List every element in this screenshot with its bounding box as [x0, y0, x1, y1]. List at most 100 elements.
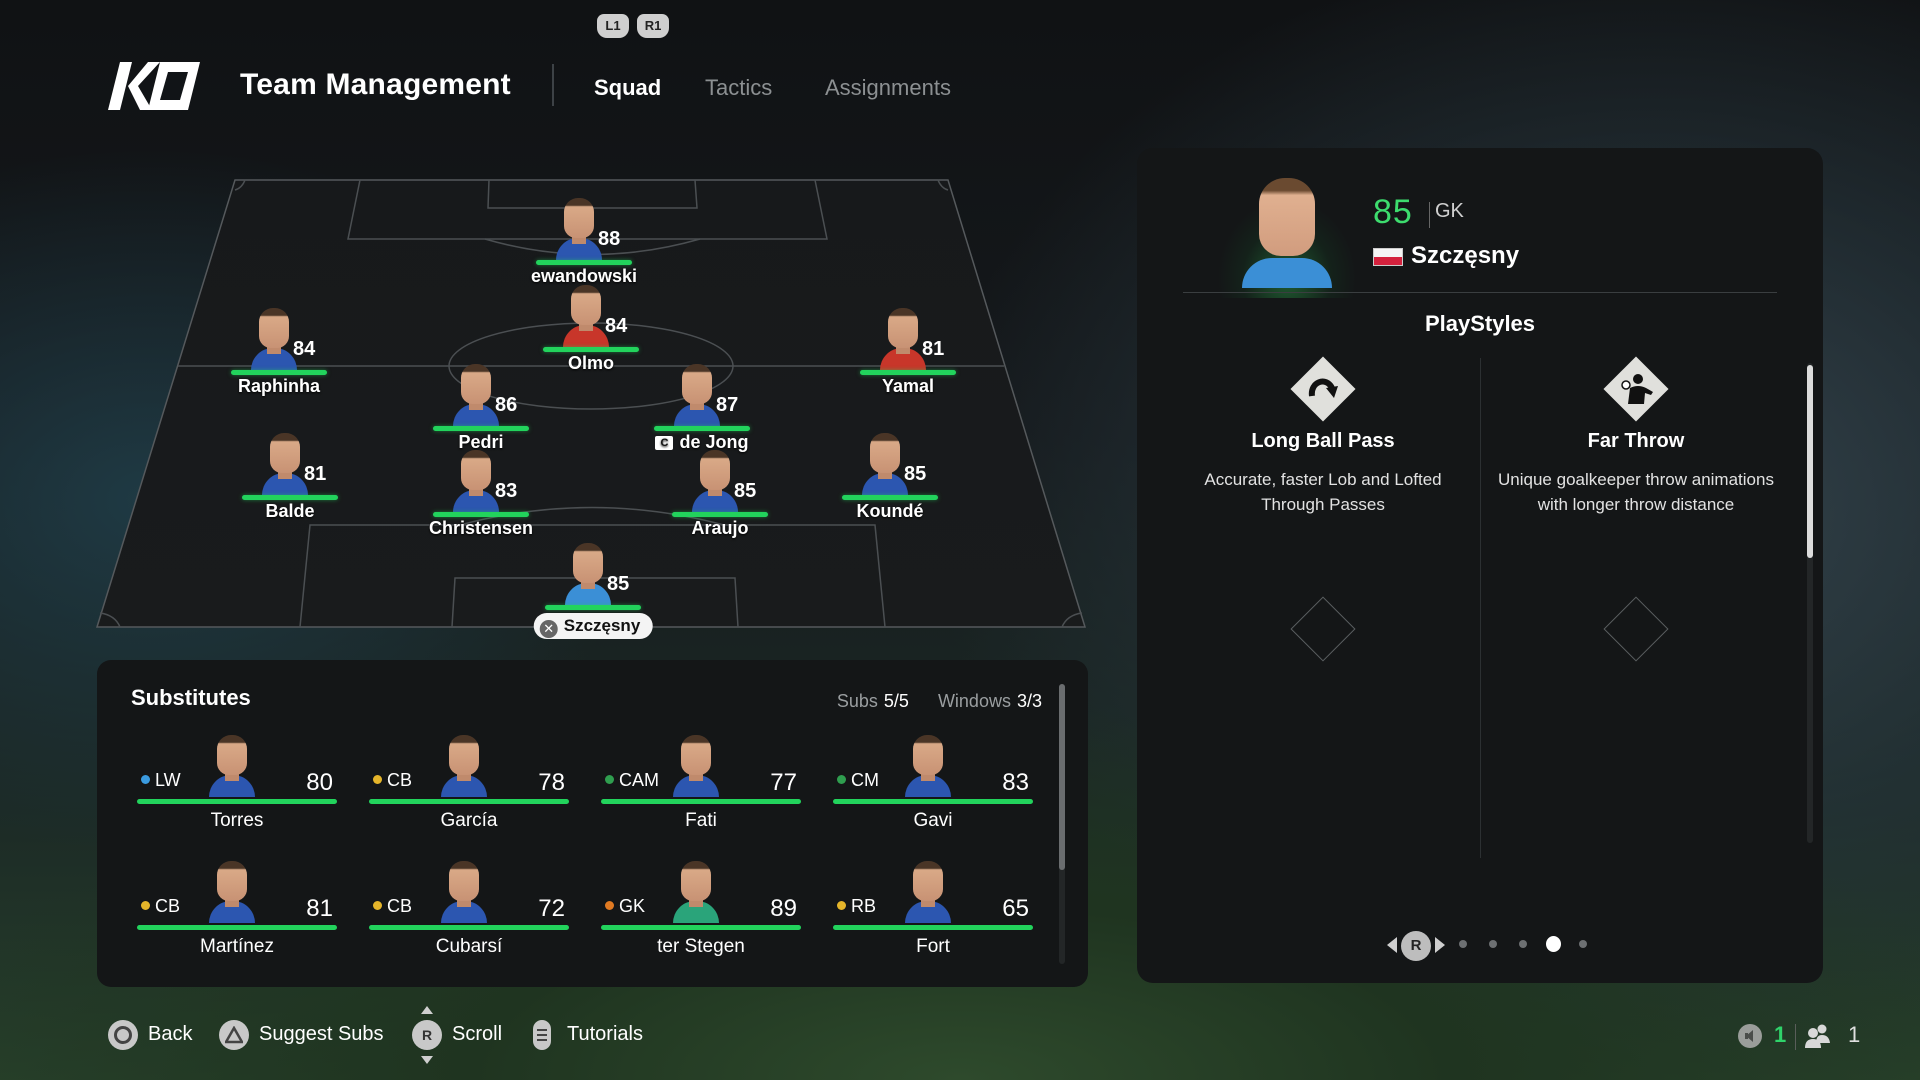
player-name: Raphinha — [237, 376, 320, 396]
position-label: RB — [837, 896, 876, 917]
player-rating: 88 — [598, 228, 621, 250]
tutorials-label: Tutorials — [567, 1023, 643, 1045]
lineup-player[interactable]: 85 ✕ Szczęsny — [533, 535, 653, 645]
player-name: Araujo — [691, 518, 749, 538]
player-rating: 81 — [306, 895, 333, 922]
substitutes-title: Substitutes — [131, 685, 251, 710]
options-button-icon — [533, 1019, 551, 1050]
position-text: LW — [155, 770, 181, 790]
player-fitness-bar — [860, 370, 956, 375]
player-portrait — [674, 364, 720, 426]
page-dot[interactable] — [1579, 940, 1587, 948]
player-rating: 77 — [770, 769, 797, 796]
player-fitness-bar — [545, 605, 641, 610]
player-portrait — [880, 308, 926, 370]
player-rating: 85 — [734, 480, 757, 502]
cross-button-icon: ✕ — [539, 620, 558, 638]
position-text: CB — [387, 896, 413, 916]
circle-button-icon — [108, 1019, 138, 1050]
player-name-row: Olmo — [531, 353, 651, 374]
page-dot[interactable] — [1489, 940, 1497, 948]
tutorials-button[interactable]: Tutorials — [533, 1018, 643, 1050]
player-portrait — [673, 861, 719, 923]
long-ball-pass-icon — [1290, 356, 1356, 422]
lineup-player[interactable]: 83 Christensen — [421, 442, 541, 552]
lineup-player[interactable]: 84 Olmo — [531, 277, 651, 387]
lineup-player[interactable]: 84 Raphinha — [219, 300, 339, 410]
substitute-card[interactable]: CAM 77 Fati — [601, 725, 801, 835]
player-rating: 72 — [538, 895, 565, 922]
page-prev-arrow-icon[interactable] — [1387, 937, 1399, 953]
player-fitness-bar — [242, 495, 338, 500]
player-rating: 84 — [605, 315, 628, 337]
player-fitness-bar — [833, 799, 1033, 804]
position-text: CM — [851, 770, 879, 790]
substitute-card[interactable]: RB 65 Fort — [833, 851, 1033, 961]
player-portrait — [251, 308, 297, 370]
player-name-row: Christensen — [421, 518, 541, 539]
page-dot[interactable] — [1459, 940, 1467, 948]
player-portrait — [262, 433, 308, 495]
position-dot-icon — [605, 775, 614, 784]
player-name-row: Koundé — [830, 501, 950, 522]
player-name-row: Araujo — [660, 518, 780, 539]
substitute-card[interactable]: LW 80 Torres — [137, 725, 337, 835]
subs-value: 5/5 — [883, 691, 909, 711]
rating-separator — [1429, 202, 1430, 228]
right-stick-icon: R — [412, 1019, 442, 1050]
back-button[interactable]: Back — [108, 1018, 192, 1050]
playstyle-name: Far Throw — [1587, 430, 1685, 452]
player-rating: 83 — [1002, 769, 1029, 796]
player-portrait — [692, 450, 738, 512]
position-text: CB — [387, 770, 413, 790]
player-rating: 86 — [495, 394, 518, 416]
player-name-row: Yamal — [848, 376, 968, 397]
subs-scrollbar-thumb[interactable] — [1059, 684, 1065, 870]
player-portrait — [673, 735, 719, 797]
playstyle-far-throw[interactable]: Far Throw Unique goalkeeper throw animat… — [1486, 356, 1786, 517]
player-name: García — [440, 810, 498, 831]
substitute-card[interactable]: CB 78 García — [369, 725, 569, 835]
lineup-player[interactable]: 85 Koundé — [830, 425, 950, 535]
party-count: 1 — [1848, 1022, 1861, 1047]
playstyle-long-ball-pass[interactable]: Long Ball Pass Accurate, faster Lob and … — [1173, 356, 1473, 517]
player-portrait — [563, 285, 609, 347]
playstyle-name: Long Ball Pass — [1251, 430, 1395, 452]
position-label: LW — [141, 770, 181, 791]
player-fitness-bar — [672, 512, 768, 517]
suggest-subs-button[interactable]: Suggest Subs — [219, 1018, 384, 1050]
page-next-arrow-icon[interactable] — [1433, 937, 1445, 953]
player-name: Cubarsí — [435, 936, 503, 957]
suggest-subs-label: Suggest Subs — [259, 1023, 384, 1045]
scroll-hint[interactable]: R Scroll — [412, 1018, 502, 1050]
player-fitness-bar — [543, 347, 639, 352]
position-dot-icon — [141, 901, 150, 910]
voice-chat-icon — [1738, 1024, 1762, 1048]
player-name: Torres — [210, 810, 264, 831]
lineup-player[interactable]: 85 Araujo — [660, 442, 780, 552]
player-rating: 85 — [904, 463, 927, 485]
player-name-row: Balde — [230, 501, 350, 522]
page-dot[interactable] — [1519, 940, 1527, 948]
page-dot-active[interactable] — [1546, 936, 1561, 952]
lineup-player[interactable]: 81 Yamal — [848, 300, 968, 410]
substitutes-panel: Substitutes Subs 5/5 Windows 3/3 LW 80 Tor… — [97, 660, 1088, 987]
substitute-card[interactable]: GK 89 ter Stegen — [601, 851, 801, 961]
player-rating: 81 — [304, 463, 327, 485]
substitute-card[interactable]: CM 83 Gavi — [833, 725, 1033, 835]
lineup-player[interactable]: 81 Balde — [230, 425, 350, 535]
player-name: Olmo — [567, 353, 614, 373]
substitute-card[interactable]: CB 81 Martínez — [137, 851, 337, 961]
substitute-card[interactable]: CB 72 Cubarsí — [369, 851, 569, 961]
player-portrait — [209, 861, 255, 923]
card-scrollbar-thumb[interactable] — [1807, 365, 1813, 558]
player-rating: 80 — [306, 769, 333, 796]
player-fitness-bar — [433, 426, 529, 431]
player-detail-card: 85 GK Szczęsny PlayStyles Long Ball Pass… — [1137, 148, 1823, 983]
playstyle-description: Accurate, faster Lob and Lofted Through … — [1204, 470, 1442, 514]
selected-player-name-pill[interactable]: ✕ Szczęsny — [533, 613, 653, 639]
player-name: Fort — [916, 936, 950, 957]
player-rating: 84 — [293, 338, 316, 360]
position-label: CB — [373, 896, 412, 917]
player-fitness-bar — [601, 799, 801, 804]
